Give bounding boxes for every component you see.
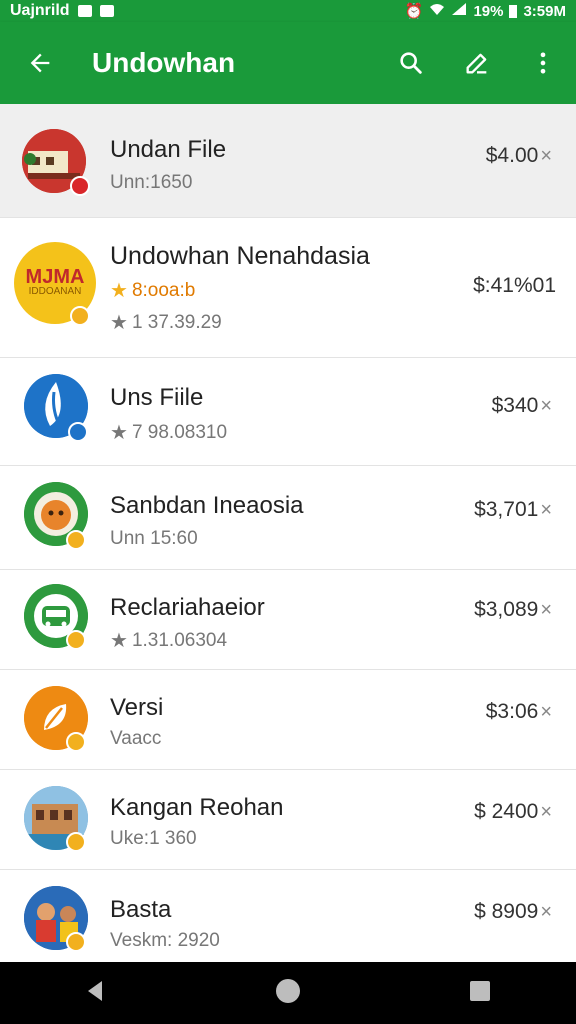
remove-icon[interactable]: × (540, 801, 552, 824)
star-icon: ★ (110, 312, 128, 334)
system-nav-bar (0, 962, 576, 1024)
badge-icon (68, 422, 88, 442)
badge-icon (70, 306, 90, 326)
badge-icon (66, 530, 86, 550)
wifi-icon (429, 2, 445, 20)
item-price: $ 8909 (474, 900, 539, 923)
item-price: $3,701 (474, 498, 539, 521)
remove-icon[interactable]: × (540, 145, 552, 168)
recents-square-icon[interactable] (468, 979, 492, 1008)
item-name: Versi (110, 694, 164, 721)
item-price: $4.00 (485, 144, 539, 167)
remove-icon[interactable]: × (540, 901, 552, 924)
star-icon: ★ (110, 422, 128, 444)
item-name: Kangan Reohan (110, 794, 284, 821)
item-sub: Unn 15:60 (110, 528, 198, 549)
remove-icon[interactable]: × (540, 701, 552, 724)
home-circle-icon[interactable] (275, 978, 301, 1009)
item-price: $340 (491, 394, 539, 417)
item-price: $3:06 (485, 700, 539, 723)
back-triangle-icon[interactable] (84, 979, 108, 1008)
list-item[interactable]: MJMA IDDOANAN Undowhan Nenahdasia ★ 8:oo… (0, 218, 576, 358)
item-name: Reclariahaeior (110, 594, 265, 621)
item-name: Basta (110, 896, 172, 923)
edit-icon[interactable] (444, 22, 510, 104)
item-sub: 1.31.06304 (131, 629, 228, 651)
item-sub: Veskm: 2920 (110, 930, 220, 951)
notification-icon (77, 5, 92, 17)
signal-icon (451, 2, 467, 20)
remove-icon[interactable]: × (540, 599, 552, 622)
image-icon (99, 5, 114, 17)
page-title: Undowhan (92, 47, 236, 78)
badge-icon (66, 932, 86, 952)
star-icon: ★ (110, 630, 128, 652)
list-item[interactable]: Uns Fiile ★ 7 98.08310 $340 × (0, 358, 576, 466)
arrow-left-icon[interactable] (0, 22, 80, 104)
badge-icon (66, 732, 86, 752)
badge-icon (70, 176, 90, 196)
clock: 3:59M (523, 2, 566, 20)
item-price: $3,089 (474, 598, 539, 621)
item-name: Undan File (110, 136, 227, 163)
search-icon[interactable] (378, 22, 444, 104)
list-item[interactable]: Undan File Unn:1650 $4.00 × (0, 104, 576, 218)
list-item[interactable]: Basta Veskm: 2920 $ 8909 × (0, 870, 576, 962)
item-name: Uns Fiile (110, 384, 204, 411)
item-name: Undowhan Nenahdasia (110, 242, 370, 270)
list-item[interactable]: Sanbdan Ineaosia Unn 15:60 $3,701 × (0, 466, 576, 570)
item-rating-label: 8:ooa:b (131, 279, 196, 301)
badge-icon (66, 832, 86, 852)
item-sub: Vaacc (110, 728, 162, 749)
remove-icon[interactable]: × (540, 395, 552, 418)
badge-icon (66, 630, 86, 650)
item-sub: 1 37.39.29 (131, 311, 222, 333)
battery-level: 19% (473, 2, 504, 20)
item-sub: Uke:1 360 (110, 828, 197, 849)
list-item[interactable]: Reclariahaeior ★ 1.31.06304 $3,089 × (0, 570, 576, 670)
logo-subtext: IDDOANAN (28, 286, 82, 297)
item-list: Undan File Unn:1650 $4.00 × MJMA IDDOANA… (0, 104, 576, 962)
carrier-label: Uajnrild (10, 2, 70, 19)
list-item[interactable]: Versi Vaacc $3:06 × (0, 670, 576, 770)
remove-icon[interactable]: × (540, 499, 552, 522)
more-vert-icon[interactable] (510, 22, 576, 104)
list-item[interactable]: Kangan Reohan Uke:1 360 $ 2400 × (0, 770, 576, 870)
star-icon: ★ (110, 280, 128, 302)
item-price: $ 2400 (474, 800, 539, 823)
app-bar: Undowhan (0, 22, 576, 104)
item-sub: 7 98.08310 (131, 421, 228, 443)
battery-icon (509, 4, 518, 18)
item-price: $:41%01 (473, 274, 556, 297)
item-sub: Unn:1650 (110, 172, 193, 193)
alarm-icon: ⏰ (404, 3, 424, 20)
item-name: Sanbdan Ineaosia (110, 492, 304, 519)
status-bar: Uajnrild ⏰ 19% 3:59M (0, 0, 576, 22)
